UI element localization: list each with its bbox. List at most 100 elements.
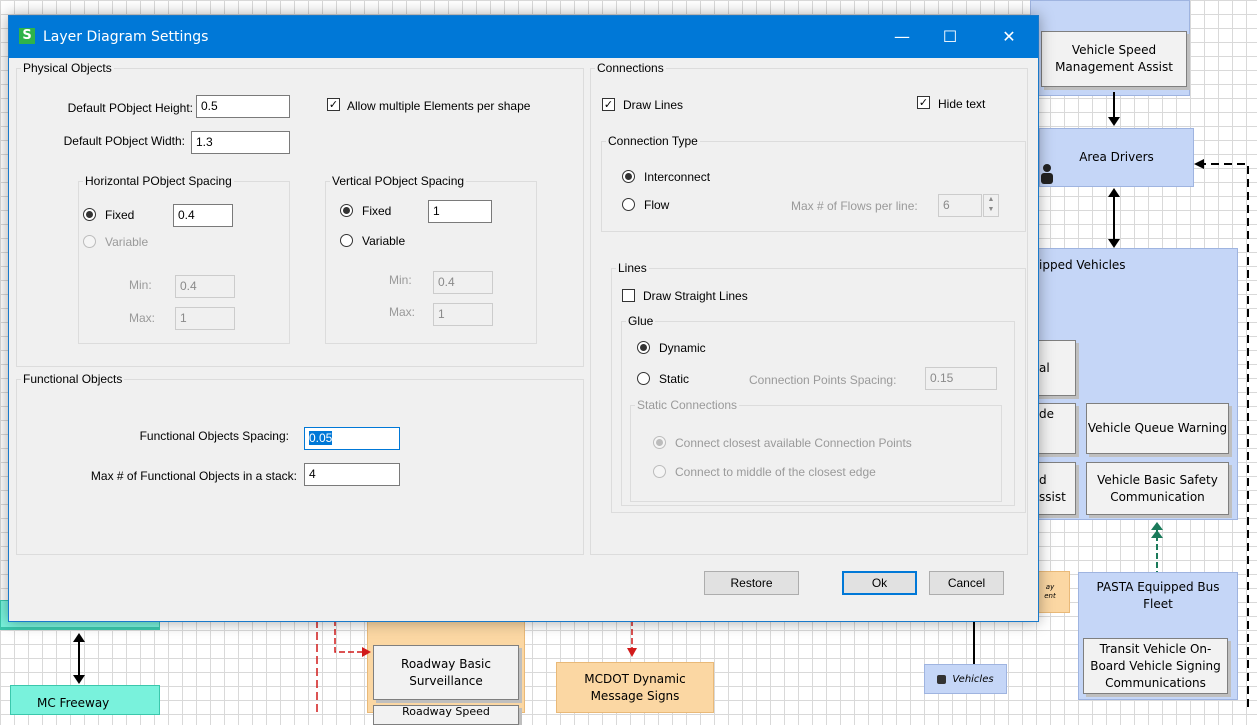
flow-label: Flow <box>644 198 670 212</box>
vertical-fixed-label: Fixed <box>362 204 392 218</box>
straight-lines-label: Draw Straight Lines <box>643 289 748 303</box>
dynamic-label: Dynamic <box>659 341 706 355</box>
node-basic-safety[interactable]: Vehicle Basic Safety Communication <box>1086 462 1229 515</box>
arrow-drivers-to-vehicles <box>1113 196 1115 242</box>
vertical-variable-radio[interactable] <box>340 234 353 247</box>
vehicles-connector <box>973 620 975 668</box>
interconnect-label: Interconnect <box>644 170 711 184</box>
arrow-teal <box>78 640 80 678</box>
vehicles-label: Vehicles <box>952 673 994 685</box>
title-bar[interactable]: S Layer Diagram Settings — ☐ ✕ <box>9 16 1038 58</box>
cancel-button[interactable]: Cancel <box>929 571 1004 595</box>
green-flow-arrow <box>1151 522 1163 574</box>
draw-lines-label: Draw Lines <box>623 98 684 112</box>
vehicle-icon <box>937 674 947 684</box>
horizontal-fixed-input[interactable]: 0.4 <box>173 204 233 227</box>
node-roadway-surveillance[interactable]: Roadway Basic Surveillance <box>373 645 519 700</box>
height-label: Default PObject Height: <box>67 101 193 115</box>
static-radio[interactable] <box>637 372 650 385</box>
horizontal-max-label: Max: <box>129 311 156 325</box>
horizontal-variable-radio[interactable] <box>83 235 96 248</box>
interconnect-radio[interactable] <box>622 170 635 183</box>
vertical-variable-label: Variable <box>362 234 406 248</box>
horizontal-min-label: Min: <box>129 278 152 292</box>
functional-spacing-value: 0.05 <box>309 431 333 445</box>
max-stack-input[interactable]: 4 <box>304 463 400 486</box>
restore-button[interactable]: Restore <box>704 571 799 595</box>
static-connections-legend: Static Connections <box>637 398 738 412</box>
connection-type-legend: Connection Type <box>608 134 698 148</box>
vertical-max-label: Max: <box>389 305 416 319</box>
connection-spacing-label: Connection Points Spacing: <box>749 373 897 387</box>
maximize-button[interactable]: ☐ <box>927 16 973 58</box>
flow-radio[interactable] <box>622 198 635 211</box>
draw-lines-checkbox[interactable]: ✓ <box>602 98 615 111</box>
arrowhead-up-teal <box>73 633 85 642</box>
node-transit-signing[interactable]: Transit Vehicle On-Board Vehicle Signing… <box>1083 638 1228 694</box>
height-input[interactable]: 0.5 <box>196 95 290 118</box>
middle-edge-radio[interactable] <box>653 465 666 478</box>
physical-objects-legend: Physical Objects <box>23 61 112 75</box>
horizontal-spacing-legend: Horizontal PObject Spacing <box>85 174 232 188</box>
hide-text-label: Hide text <box>938 97 986 111</box>
orange-fragment-text: ay ent <box>1044 583 1056 600</box>
arrowhead-down-2 <box>1108 239 1120 248</box>
straight-lines-checkbox[interactable] <box>622 289 635 302</box>
window-title: Layer Diagram Settings <box>43 29 209 45</box>
horizontal-variable-label: Variable <box>105 235 149 249</box>
vertical-min-label: Min: <box>389 273 412 287</box>
arrowhead-down-teal <box>73 675 85 684</box>
width-label: Default PObject Width: <box>63 134 185 148</box>
person-icon <box>1040 163 1054 185</box>
middle-edge-label: Connect to middle of the closest edge <box>675 465 876 479</box>
fragment-d-line2: ssist <box>1039 489 1066 504</box>
node-vehicles[interactable]: Vehicles <box>924 664 1007 694</box>
allow-multiple-label: Allow multiple Elements per shape <box>347 99 531 113</box>
ok-button[interactable]: Ok <box>842 571 917 595</box>
fragment-d-line1: d <box>1039 472 1047 487</box>
close-button[interactable]: ✕ <box>986 16 1032 58</box>
functional-objects-legend: Functional Objects <box>23 372 123 386</box>
horizontal-min-input[interactable]: 0.4 <box>175 275 235 298</box>
horizontal-max-input[interactable]: 1 <box>175 307 235 330</box>
hide-text-checkbox[interactable]: ✓ <box>917 96 930 109</box>
minimize-button[interactable]: — <box>879 16 925 58</box>
arrowhead-down-1 <box>1108 117 1120 126</box>
dynamic-radio[interactable] <box>637 341 650 354</box>
functional-objects-group: Functional Objects <box>16 372 584 555</box>
layer-diagram-settings-dialog: S Layer Diagram Settings — ☐ ✕ Physical … <box>8 15 1039 622</box>
allow-multiple-checkbox[interactable]: ✓ <box>327 98 340 111</box>
horizontal-fixed-label: Fixed <box>105 208 135 222</box>
vertical-min-input[interactable]: 0.4 <box>433 271 493 294</box>
node-mc-freeway[interactable]: MC Freeway <box>10 685 160 715</box>
arrowhead-up-2 <box>1108 188 1120 197</box>
glue-legend: Glue <box>628 314 654 328</box>
horizontal-fixed-radio[interactable] <box>83 208 96 221</box>
node-queue-warning[interactable]: Vehicle Queue Warning <box>1086 403 1229 454</box>
closest-points-radio[interactable] <box>653 436 666 449</box>
functional-spacing-input[interactable]: 0.05 <box>304 427 400 450</box>
pasta-bus-label: PASTA Equipped Bus Fleet <box>1096 580 1220 611</box>
equipped-vehicles-label: ipped Vehicles <box>1039 258 1126 272</box>
static-label: Static <box>659 372 690 386</box>
connections-legend: Connections <box>597 61 664 75</box>
functional-spacing-label: Functional Objects Spacing: <box>139 429 289 443</box>
max-flows-spinner[interactable]: ▲ ▼ <box>983 194 999 217</box>
lines-legend: Lines <box>618 261 647 275</box>
vertical-spacing-legend: Vertical PObject Spacing <box>332 174 465 188</box>
max-flows-input[interactable]: 6 <box>938 194 982 217</box>
vertical-max-input[interactable]: 1 <box>433 303 493 326</box>
max-stack-label: Max # of Functional Objects in a stack: <box>90 469 297 483</box>
connection-spacing-input[interactable]: 0.15 <box>925 367 997 390</box>
vertical-fixed-input[interactable]: 1 <box>428 200 492 223</box>
node-mcdot-signs[interactable]: MCDOT Dynamic Message Signs <box>556 662 714 713</box>
node-area-drivers[interactable]: Area Drivers <box>1039 128 1194 187</box>
max-flows-label: Max # of Flows per line: <box>791 199 918 213</box>
node-roadway-speed[interactable]: Roadway Speed <box>373 705 519 725</box>
static-connections-group: Static Connections <box>630 398 1002 502</box>
node-speed-management[interactable]: Vehicle Speed Management Assist <box>1041 31 1187 87</box>
vertical-fixed-radio[interactable] <box>340 204 353 217</box>
closest-points-label: Connect closest available Connection Poi… <box>675 436 912 450</box>
app-logo-icon: S <box>19 28 35 44</box>
width-input[interactable]: 1.3 <box>191 131 290 154</box>
